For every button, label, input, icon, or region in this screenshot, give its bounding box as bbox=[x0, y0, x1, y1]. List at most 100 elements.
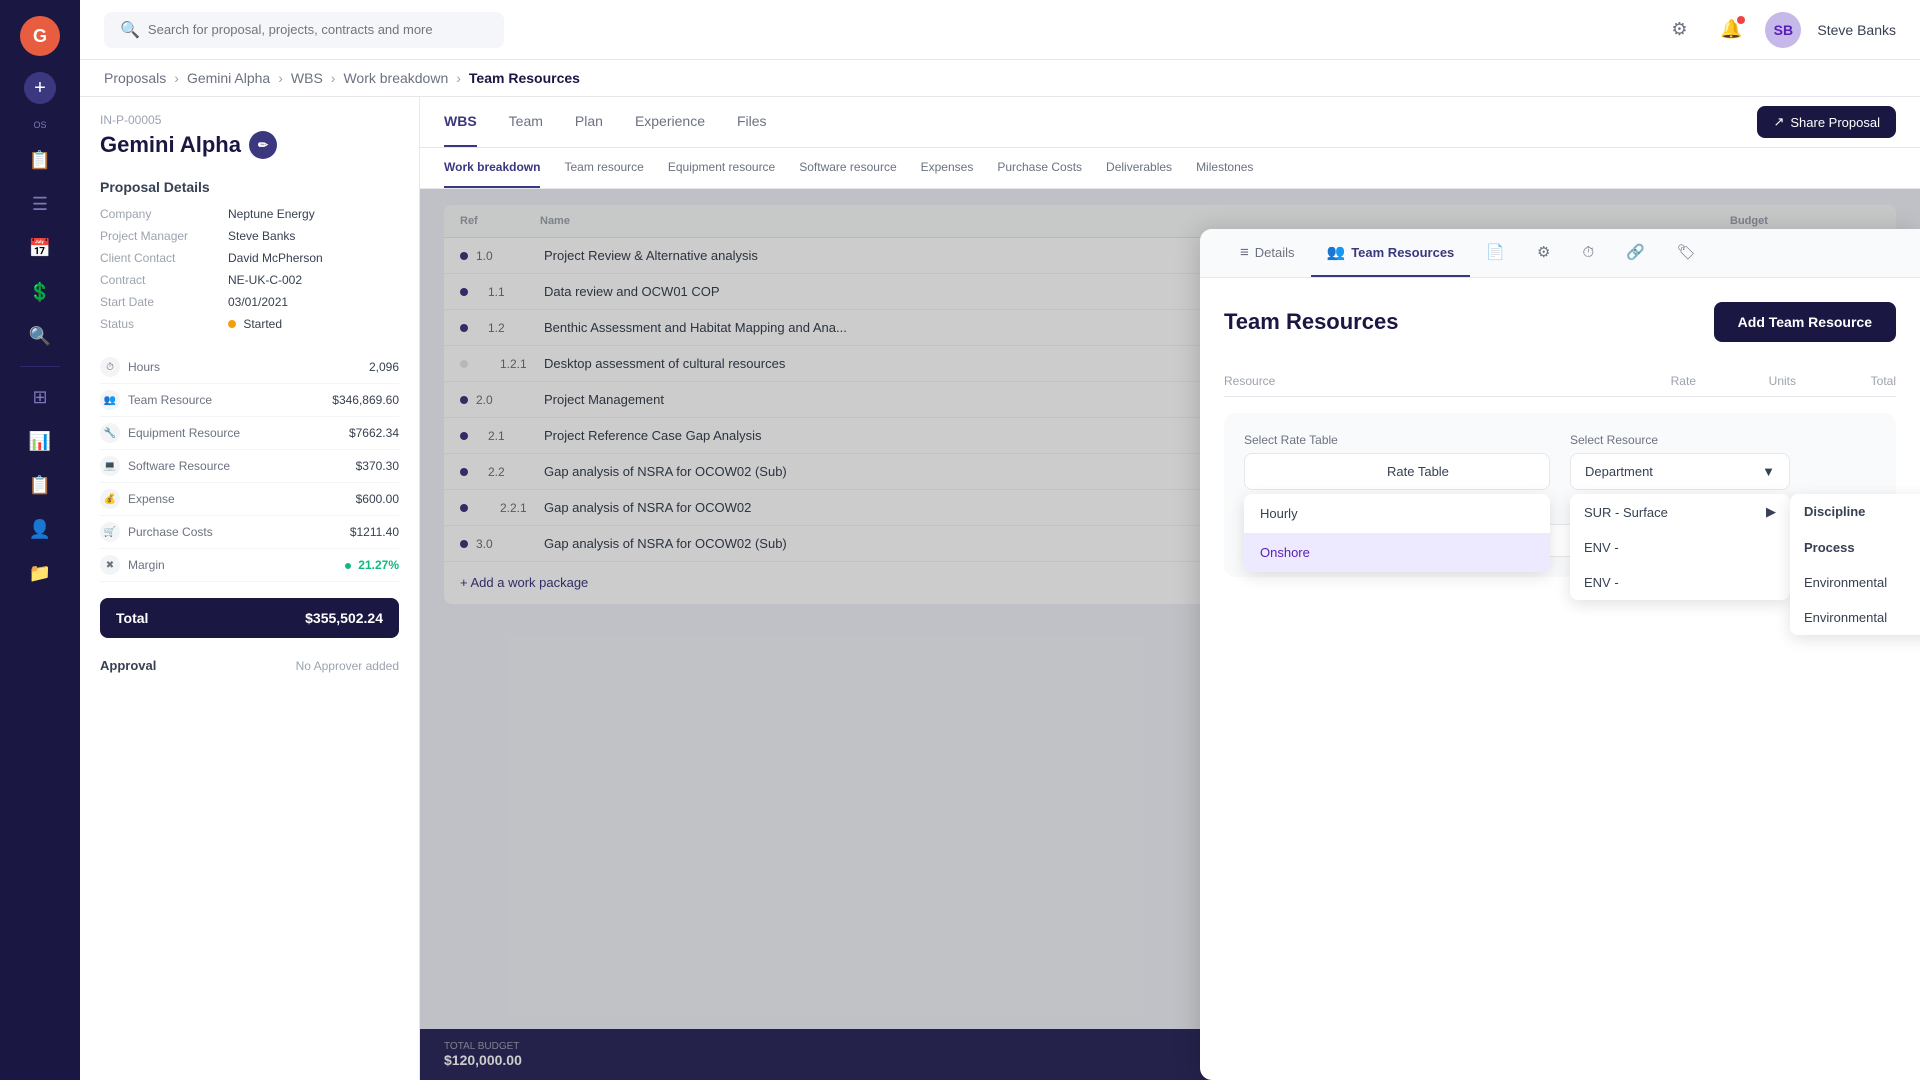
tab-plan[interactable]: Plan bbox=[575, 97, 603, 147]
rate-option-onshore[interactable]: Onshore bbox=[1244, 533, 1550, 572]
notification-icon[interactable]: 🔔 bbox=[1713, 12, 1749, 48]
dept-sur-surface[interactable]: SUR - Surface ▶ bbox=[1570, 494, 1790, 530]
rate-table-input[interactable] bbox=[1259, 464, 1379, 479]
col-units: Units bbox=[1696, 374, 1796, 388]
company-value: Neptune Energy bbox=[228, 207, 315, 221]
subtab-expenses[interactable]: Expenses bbox=[921, 148, 974, 188]
add-team-resource-button[interactable]: Add Team Resource bbox=[1714, 302, 1896, 342]
nav-icon-list[interactable]: ☰ bbox=[22, 186, 58, 222]
rate-option-hourly[interactable]: Hourly bbox=[1244, 494, 1550, 533]
summary-team-resource: 👥 Team Resource $346,869.60 bbox=[100, 384, 399, 417]
proposal-details-title: Proposal Details bbox=[80, 171, 419, 203]
detail-pm: Project Manager Steve Banks bbox=[80, 225, 419, 247]
purchase-label: 🛒 Purchase Costs bbox=[100, 522, 213, 542]
subtab-milestones[interactable]: Milestones bbox=[1196, 148, 1253, 188]
margin-value: 21.27% bbox=[345, 558, 399, 572]
breadcrumb-sep-1: › bbox=[174, 70, 179, 86]
breadcrumb: Proposals › Gemini Alpha › WBS › Work br… bbox=[80, 60, 1920, 97]
search-box[interactable]: 🔍 bbox=[104, 12, 504, 48]
disc-env1[interactable]: Environmental bbox=[1790, 565, 1920, 600]
resource-table-header: Resource Rate Units Total bbox=[1224, 366, 1896, 397]
subtab-equipmentresource[interactable]: Equipment resource bbox=[668, 148, 775, 188]
equipment-label: 🔧 Equipment Resource bbox=[100, 423, 240, 443]
add-button[interactable]: + bbox=[24, 72, 56, 104]
tab-files[interactable]: Files bbox=[737, 97, 767, 147]
status-dot bbox=[228, 320, 236, 328]
rate-table-selectors: Select Rate Table Rate Table bbox=[1244, 433, 1876, 490]
start-label: Start Date bbox=[100, 295, 220, 309]
tab-experience[interactable]: Experience bbox=[635, 97, 705, 147]
settings-icon[interactable]: ⚙ bbox=[1661, 12, 1697, 48]
status-label: Status bbox=[100, 317, 220, 331]
contract-label: Contract bbox=[100, 273, 220, 287]
nav-icon-search[interactable]: 🔍 bbox=[22, 318, 58, 354]
dept-env2[interactable]: ENV - bbox=[1570, 565, 1790, 600]
detail-start: Start Date 03/01/2021 bbox=[80, 291, 419, 313]
department-dropdown[interactable]: Department ▼ bbox=[1570, 453, 1790, 490]
avatar[interactable]: SB bbox=[1765, 12, 1801, 48]
breadcrumb-proposals[interactable]: Proposals bbox=[104, 70, 166, 86]
modal-tab-4[interactable]: ⚙ bbox=[1521, 229, 1566, 277]
topbar-right: ⚙ 🔔 SB Steve Banks bbox=[1661, 12, 1896, 48]
dept-env1[interactable]: ENV - bbox=[1570, 530, 1790, 565]
search-input[interactable] bbox=[148, 22, 488, 37]
breadcrumb-sep-2: › bbox=[278, 70, 283, 86]
nav-icon-chart[interactable]: 📊 bbox=[22, 423, 58, 459]
modal-tab-5[interactable]: ⏱ bbox=[1566, 230, 1610, 277]
summary-hours: ⏱ Hours 2,096 bbox=[100, 351, 399, 384]
breadcrumb-gemini[interactable]: Gemini Alpha bbox=[187, 70, 270, 86]
modal-tab-6[interactable]: 🔗 bbox=[1610, 229, 1661, 277]
tab-wbs[interactable]: WBS bbox=[444, 97, 477, 147]
discipline-list: Discipline Process ▶ E bbox=[1790, 494, 1920, 635]
nav-icon-calendar[interactable]: 📅 bbox=[22, 230, 58, 266]
subtab-workbreakdown[interactable]: Work breakdown bbox=[444, 148, 540, 188]
tab7-icon: 🏷 bbox=[1677, 243, 1696, 261]
breadcrumb-workbreakdown[interactable]: Work breakdown bbox=[343, 70, 448, 86]
modal-tab-7[interactable]: 🏷 bbox=[1661, 229, 1712, 277]
summary-purchase: 🛒 Purchase Costs $1211.40 bbox=[100, 516, 399, 549]
disc-process[interactable]: Process ▶ bbox=[1790, 529, 1920, 565]
breadcrumb-sep-4: › bbox=[456, 70, 461, 86]
modal-header-row: Team Resources Add Team Resource bbox=[1224, 302, 1896, 342]
modal-tab-3[interactable]: 📄 bbox=[1470, 229, 1521, 277]
nav-icon-dollar[interactable]: 💲 bbox=[22, 274, 58, 310]
subtab-deliverables[interactable]: Deliverables bbox=[1106, 148, 1172, 188]
expense-icon: 💰 bbox=[100, 489, 120, 509]
breadcrumb-wbs[interactable]: WBS bbox=[291, 70, 323, 86]
sidebar: G + OS 📋 ☰ 📅 💲 🔍 ⊞ 📊 📋 👤 📁 bbox=[0, 0, 80, 1080]
subtab-teamresource[interactable]: Team resource bbox=[564, 148, 643, 188]
company-label: Company bbox=[100, 207, 220, 221]
edit-button[interactable]: ✏ bbox=[249, 131, 277, 159]
sub-tab-bar: Work breakdown Team resource Equipment r… bbox=[420, 148, 1920, 189]
rate-table-card: Select Rate Table Rate Table bbox=[1224, 413, 1896, 577]
margin-label: ✖ Margin bbox=[100, 555, 165, 575]
nav-icon-docs[interactable]: 📋 bbox=[22, 142, 58, 178]
nav-icon-table[interactable]: 📋 bbox=[22, 467, 58, 503]
detail-company: Company Neptune Energy bbox=[80, 203, 419, 225]
rate-table-selector[interactable]: Rate Table bbox=[1244, 453, 1550, 490]
nav-icon-grid[interactable]: ⊞ bbox=[22, 379, 58, 415]
nav-icon-folder[interactable]: 📁 bbox=[22, 555, 58, 591]
breadcrumb-sep-3: › bbox=[331, 70, 336, 86]
subtab-purchasecosts[interactable]: Purchase Costs bbox=[997, 148, 1082, 188]
select-resource-section: Select Resource Department ▼ bbox=[1570, 433, 1876, 490]
tab-team[interactable]: Team bbox=[509, 97, 543, 147]
subtab-softwareresource[interactable]: Software resource bbox=[799, 148, 896, 188]
rate-table-selector-wrapper: Rate Table Hourly bbox=[1244, 453, 1550, 490]
right-content: Ref Name Budget 1.0 Project Review & Alt… bbox=[420, 189, 1920, 1080]
hours-value: 2,096 bbox=[369, 360, 399, 374]
share-button[interactable]: ↗ Share Proposal bbox=[1757, 106, 1896, 138]
breadcrumb-teamresources: Team Resources bbox=[469, 70, 580, 86]
app-logo: G bbox=[20, 16, 60, 56]
modal-tab-details[interactable]: ≡ Details bbox=[1224, 230, 1311, 277]
summary-equipment: 🔧 Equipment Resource $7662.34 bbox=[100, 417, 399, 450]
modal-tab-team-resources[interactable]: 👥 Team Resources bbox=[1311, 229, 1471, 277]
start-value: 03/01/2021 bbox=[228, 295, 288, 309]
nav-icon-person[interactable]: 👤 bbox=[22, 511, 58, 547]
total-row: Total $355,502.24 bbox=[100, 598, 399, 638]
os-label: OS bbox=[33, 120, 46, 130]
detail-client: Client Contact David McPherson bbox=[80, 247, 419, 269]
disc-env2[interactable]: Environmental bbox=[1790, 600, 1920, 635]
modal-title: Team Resources bbox=[1224, 309, 1398, 335]
col-resource: Resource bbox=[1224, 374, 1596, 388]
